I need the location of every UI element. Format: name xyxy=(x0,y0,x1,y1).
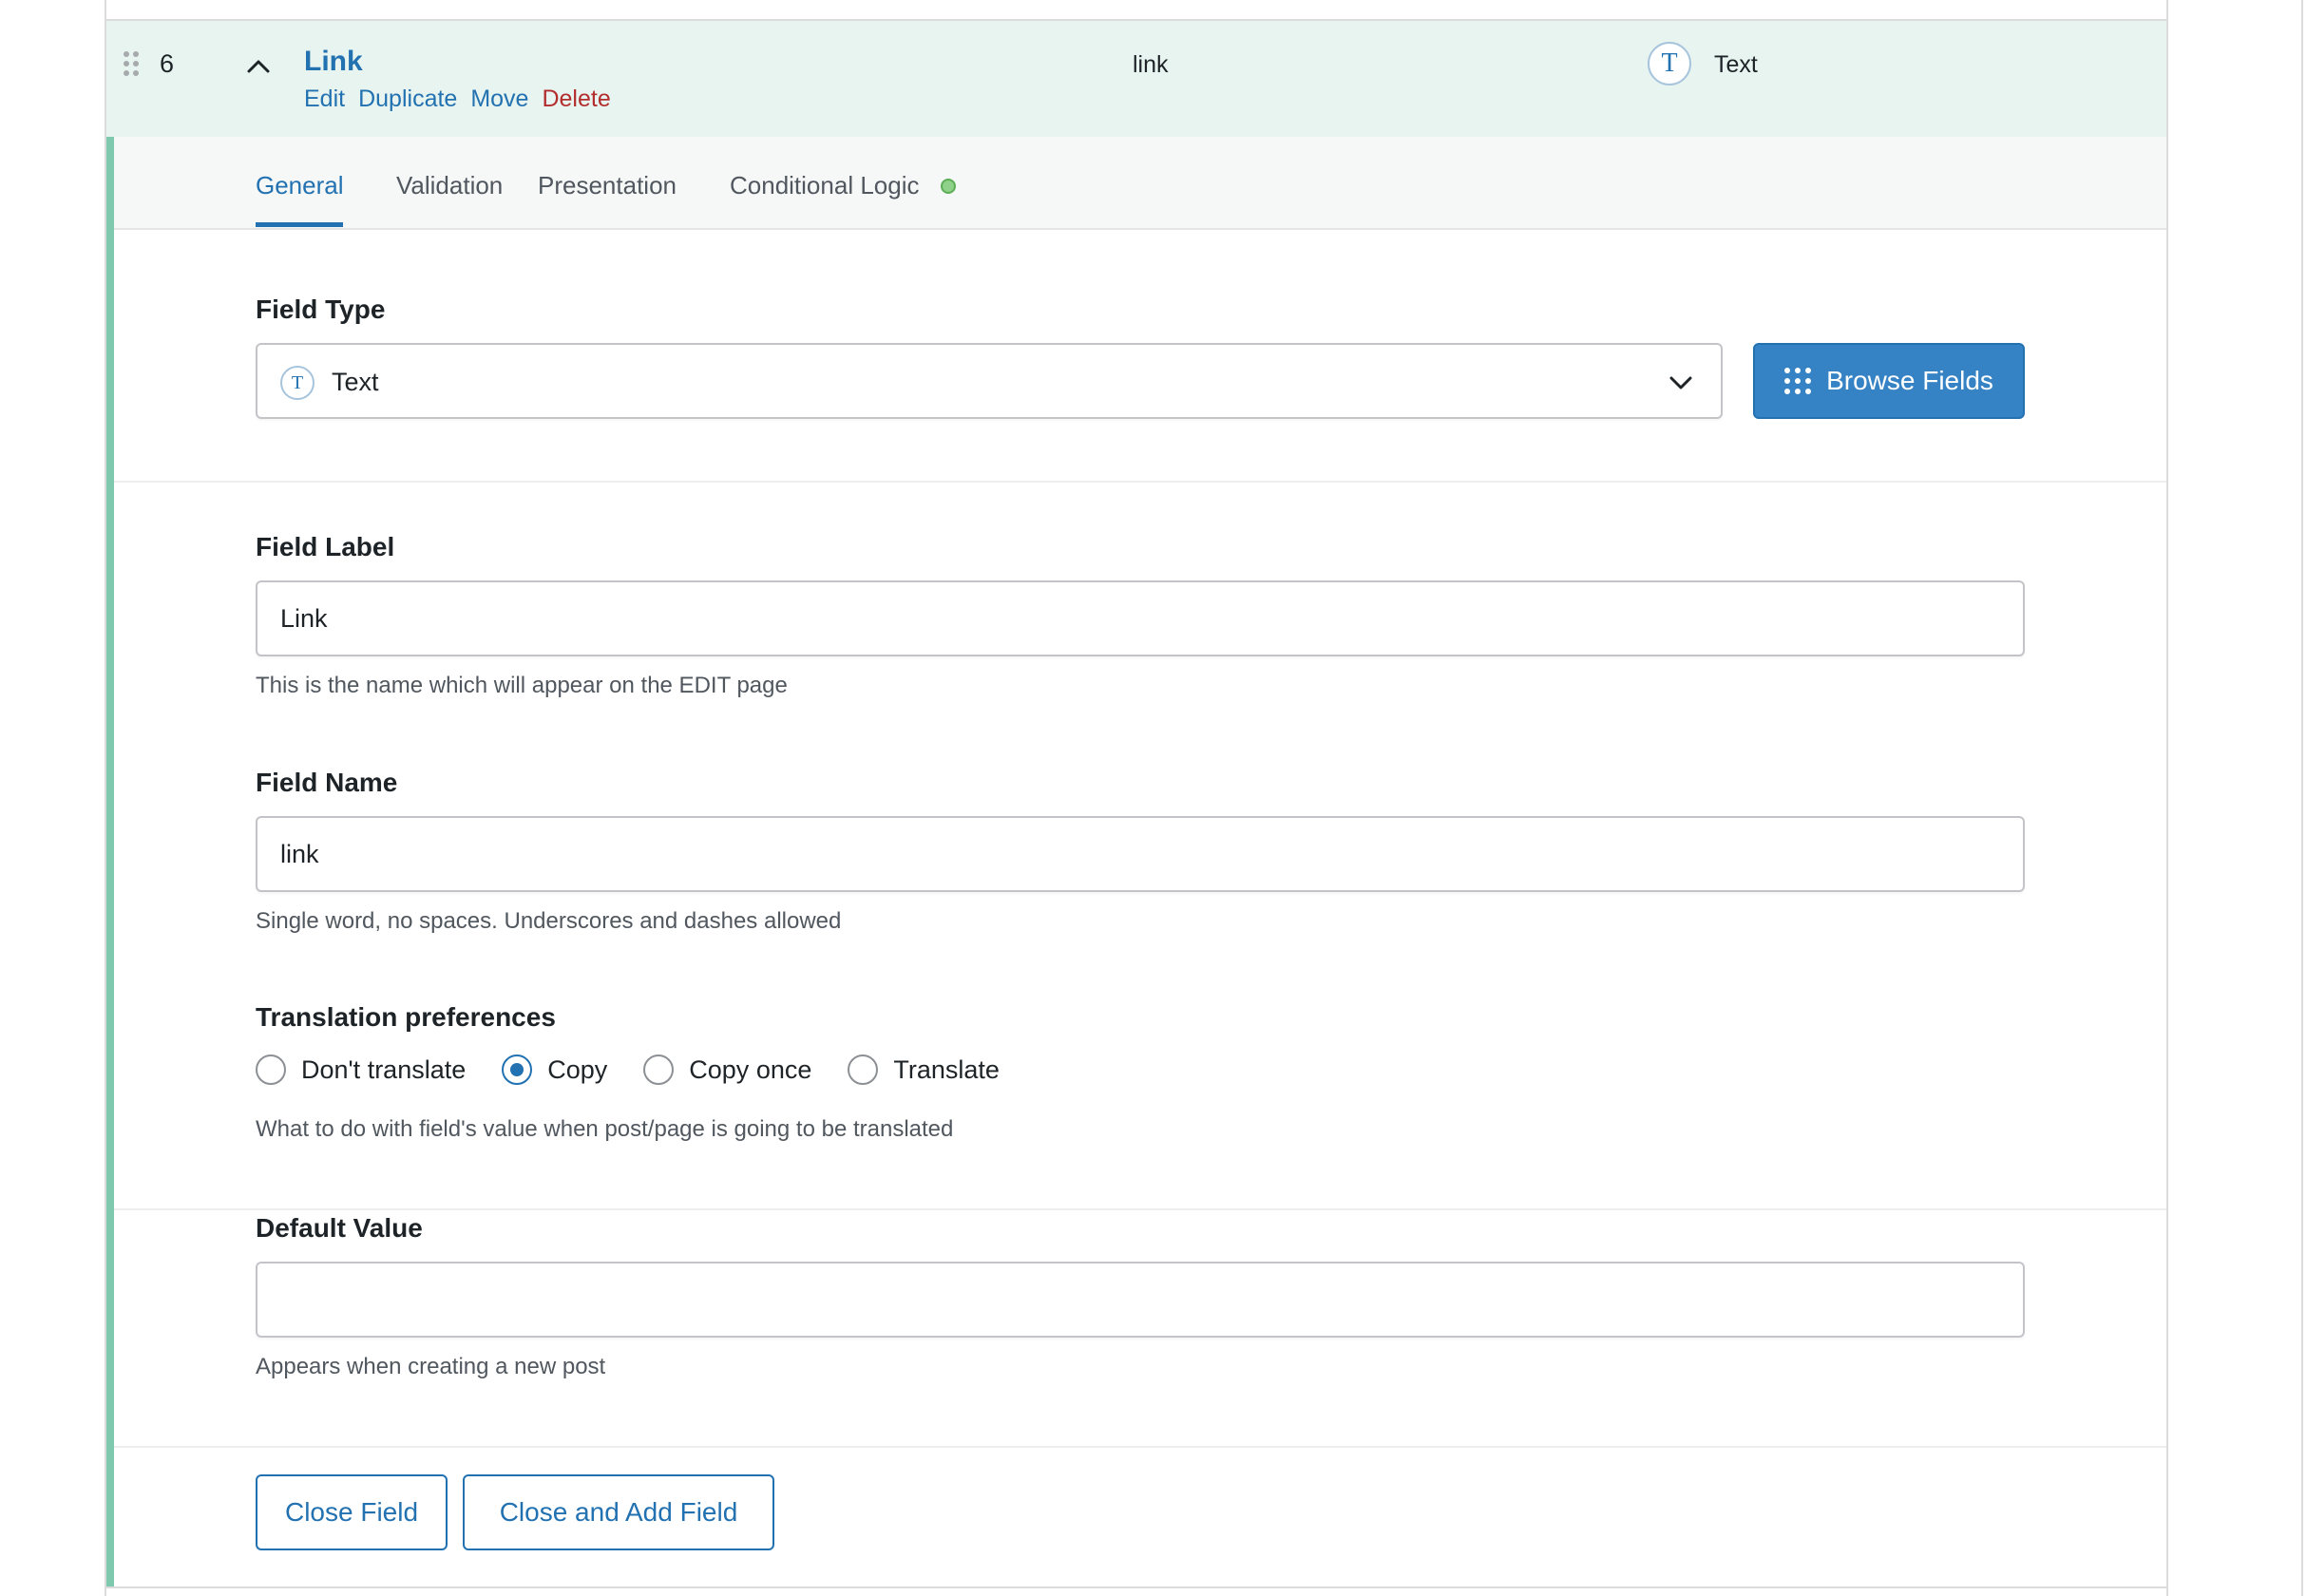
chevron-down-icon xyxy=(1669,376,1692,390)
translation-radio-group: Don't translate Copy Copy once Translate xyxy=(256,1054,1036,1085)
field-row-name: link xyxy=(1133,51,1169,78)
translation-title: Translation preferences xyxy=(256,1002,556,1032)
radio-circle-checked[interactable] xyxy=(502,1054,533,1085)
radio-dont-translate[interactable]: Don't translate xyxy=(256,1054,466,1085)
default-value-title: Default Value xyxy=(256,1213,423,1243)
window-edge xyxy=(2301,0,2303,1596)
field-group-panel: 6 Link Edit Duplicate Move Delete link T… xyxy=(105,0,2168,1596)
chevron-up-icon[interactable] xyxy=(245,53,272,80)
browse-fields-button[interactable]: Browse Fields xyxy=(1753,343,2025,419)
default-value-input[interactable] xyxy=(256,1262,2025,1338)
tab-presentation[interactable]: Presentation xyxy=(538,171,677,200)
conditional-logic-status-icon xyxy=(941,179,956,194)
field-type-title: Field Type xyxy=(256,294,386,324)
field-row-actions: Edit Duplicate Move Delete xyxy=(304,86,611,113)
tab-general[interactable]: General xyxy=(256,171,344,200)
radio-circle[interactable] xyxy=(848,1054,879,1085)
radio-copy-once[interactable]: Copy once xyxy=(643,1054,811,1085)
field-label-help: This is the name which will appear on th… xyxy=(256,673,788,698)
grid-icon xyxy=(1784,368,1812,394)
tab-conditional-logic[interactable]: Conditional Logic xyxy=(730,171,919,200)
field-label-title: Field Label xyxy=(256,532,395,561)
browse-fields-label: Browse Fields xyxy=(1826,366,1993,395)
radio-translate[interactable]: Translate xyxy=(848,1054,1000,1085)
duplicate-link[interactable]: Duplicate xyxy=(358,86,457,113)
next-field-row[interactable] xyxy=(106,1586,2166,1596)
field-name-title: Field Name xyxy=(256,768,398,797)
field-type-select[interactable]: T Text xyxy=(256,343,1723,419)
radio-label: Don't translate xyxy=(301,1054,467,1084)
close-and-add-field-button[interactable]: Close and Add Field xyxy=(463,1474,774,1550)
default-value-help: Appears when creating a new post xyxy=(256,1354,606,1379)
active-tab-indicator xyxy=(256,222,343,227)
field-type-value: Text xyxy=(332,368,379,396)
tab-validation[interactable]: Validation xyxy=(396,171,503,200)
radio-label: Copy xyxy=(547,1054,608,1084)
field-order-number: 6 xyxy=(160,49,175,78)
radio-label: Copy once xyxy=(689,1054,812,1084)
close-field-button[interactable]: Close Field xyxy=(256,1474,448,1550)
field-row-header[interactable]: 6 Link Edit Duplicate Move Delete link T… xyxy=(106,19,2166,137)
field-settings: General Validation Presentation Conditio… xyxy=(106,137,2166,1588)
delete-link[interactable]: Delete xyxy=(542,86,610,113)
text-type-icon: T xyxy=(1648,42,1691,86)
section-divider xyxy=(114,1446,2166,1448)
settings-tabs: General Validation Presentation Conditio… xyxy=(114,137,2166,230)
field-name-help: Single word, no spaces. Underscores and … xyxy=(256,908,842,934)
radio-circle[interactable] xyxy=(256,1054,286,1085)
radio-label: Translate xyxy=(893,1054,1000,1084)
field-row-label[interactable]: Link xyxy=(304,46,363,78)
drag-handle-icon[interactable] xyxy=(124,51,141,78)
field-label-input[interactable]: Link xyxy=(256,580,2025,656)
field-name-input[interactable]: link xyxy=(256,816,2025,892)
edit-link[interactable]: Edit xyxy=(304,86,345,113)
radio-circle[interactable] xyxy=(643,1054,675,1085)
field-row-type: Text xyxy=(1714,51,1758,78)
radio-copy[interactable]: Copy xyxy=(502,1054,607,1085)
section-divider xyxy=(114,1208,2166,1210)
translation-help: What to do with field's value when post/… xyxy=(256,1116,954,1142)
move-link[interactable]: Move xyxy=(470,86,528,113)
section-divider xyxy=(114,481,2166,483)
text-type-icon: T xyxy=(280,366,315,400)
